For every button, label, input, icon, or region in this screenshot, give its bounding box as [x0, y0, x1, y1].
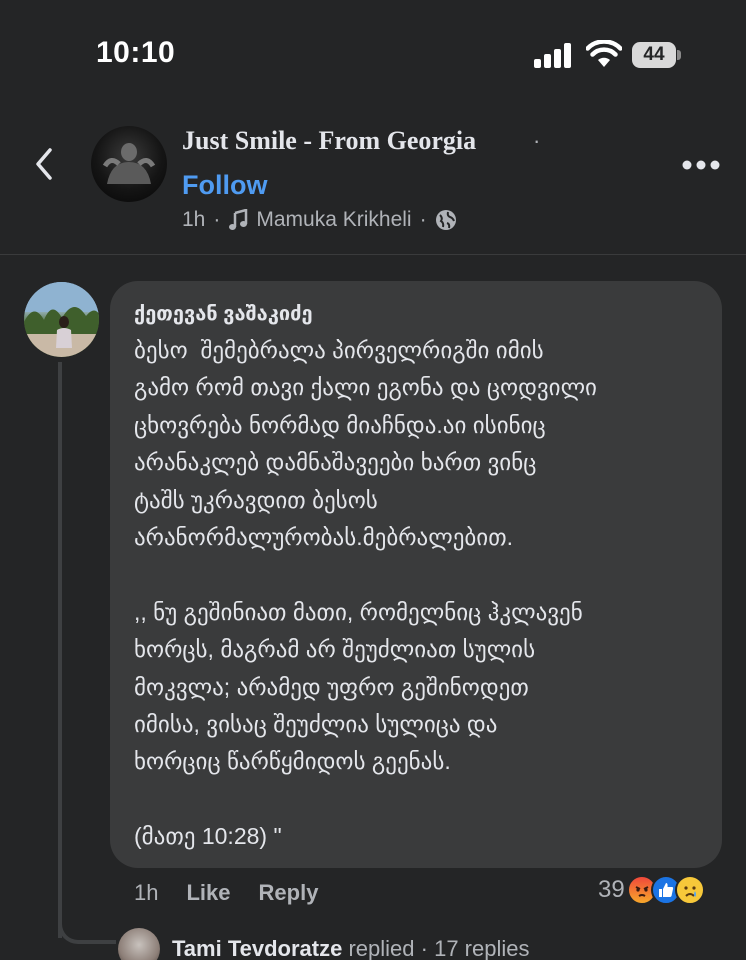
- back-chevron-icon[interactable]: [30, 144, 58, 184]
- reaction-summary[interactable]: 39: [598, 875, 705, 905]
- reply-count[interactable]: 17 replies: [434, 936, 529, 960]
- comment-text: ბესო შემებრალა პირველრიგში იმის გამო რომ…: [134, 337, 597, 850]
- wifi-icon: [586, 40, 622, 67]
- thread-connector: [58, 900, 116, 944]
- post-time: 1h: [182, 208, 206, 231]
- comment-bubble[interactable]: ქეთევან ვაშაკიძე ბესო შემებრალა პირველრი…: [110, 281, 722, 868]
- reaction-count: 39: [598, 876, 625, 903]
- post-meta: 1h · Mamuka Krikheli ·: [182, 208, 457, 232]
- battery-level: 44: [632, 42, 676, 68]
- reply-button[interactable]: Reply: [259, 880, 319, 906]
- reply-avatar[interactable]: [118, 928, 160, 960]
- music-note-icon: [229, 209, 248, 230]
- comment-time: 1h: [134, 880, 159, 905]
- cellular-signal-icon: [534, 42, 574, 68]
- sad-icon: [674, 875, 705, 905]
- battery-icon: 44: [632, 42, 681, 68]
- status-time: 10:10: [96, 36, 176, 69]
- follow-button[interactable]: Follow: [182, 170, 267, 201]
- replies-preview[interactable]: Tami Tevdoratze replied · 17 replies: [118, 928, 529, 960]
- page-name[interactable]: Just Smile - From Georgia: [182, 126, 476, 156]
- music-artist[interactable]: Mamuka Krikheli: [256, 208, 411, 232]
- commenter-avatar[interactable]: [24, 282, 99, 357]
- comment-actions: 1h Like Reply: [134, 880, 318, 906]
- like-button[interactable]: Like: [186, 880, 230, 906]
- name-separator: ·: [533, 128, 541, 153]
- reply-action: replied: [348, 936, 415, 960]
- page-avatar[interactable]: [91, 126, 167, 202]
- post-header: Just Smile - From Georgia · Follow 1h · …: [0, 100, 746, 255]
- more-options-icon[interactable]: [682, 160, 720, 170]
- globe-icon: [435, 210, 456, 230]
- reply-author[interactable]: Tami Tevdoratze: [172, 936, 342, 960]
- thread-line: [58, 362, 62, 938]
- comment-author[interactable]: ქეთევან ვაშაკიძე: [134, 301, 698, 326]
- status-bar: 10:10 44: [0, 0, 746, 100]
